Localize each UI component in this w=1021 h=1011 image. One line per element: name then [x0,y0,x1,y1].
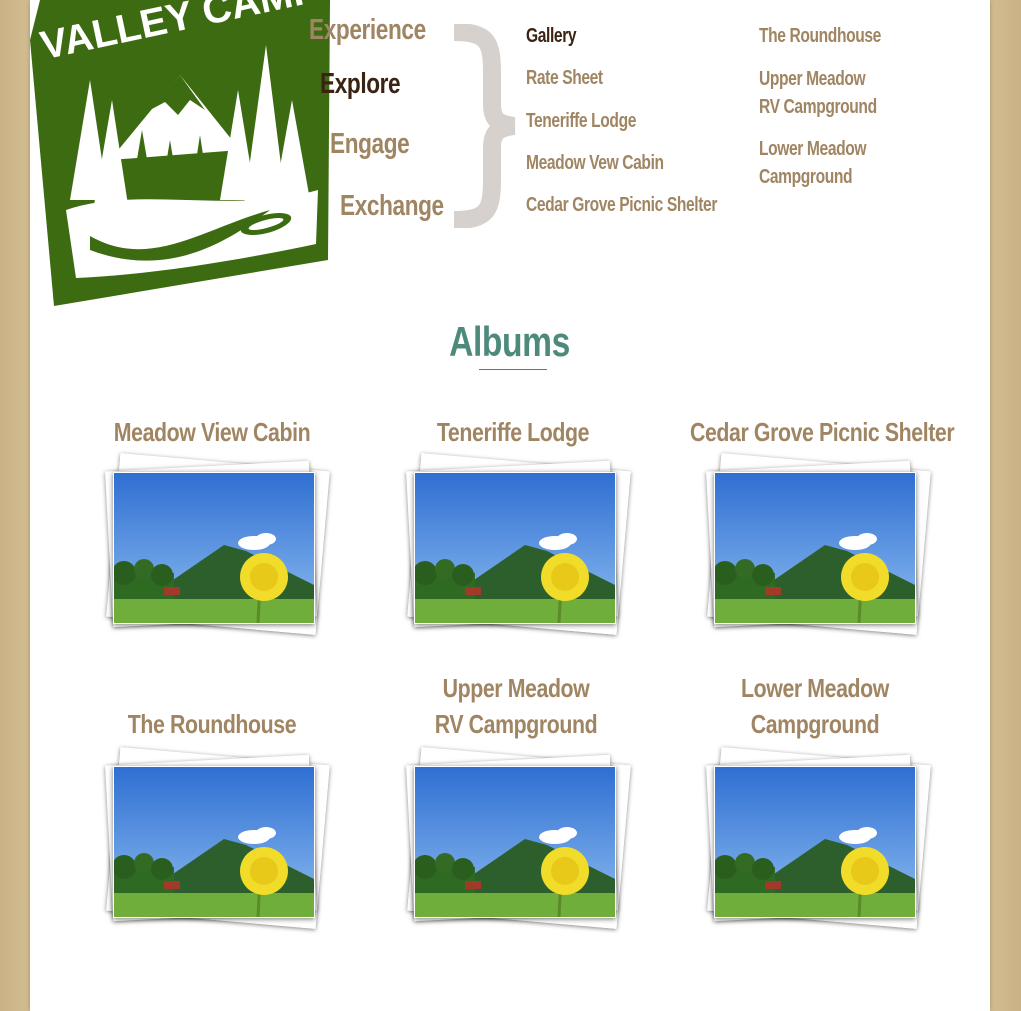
photo-stack[interactable] [105,453,330,635]
album-cover-image[interactable] [113,472,315,624]
brace-divider [453,24,516,228]
album-teneriffe-lodge: Teneriffe Lodge [363,414,663,635]
nav-engage[interactable]: Engage [330,128,410,161]
subnav-meadow-view-cabin[interactable]: Meadow Vew Cabin [526,149,664,177]
subnav-teneriffe-lodge[interactable]: Teneriffe Lodge [526,107,636,135]
album-meadow-view-cabin: Meadow View Cabin [62,414,362,635]
nav-explore[interactable]: Explore [320,68,401,101]
page-content: VALLEY CAMP Experience Explore Engage Ex… [30,0,990,1011]
subnav-cedar-grove[interactable]: Cedar Grove Picnic Shelter [526,191,717,219]
page-title-wrap: Albums [30,318,990,366]
album-cedar-grove: Cedar Grove Picnic Shelter [663,414,963,635]
album-cover-image[interactable] [414,766,616,918]
nav-experience[interactable]: Experience [309,14,426,47]
photo-stack[interactable] [406,747,631,929]
album-cover-image[interactable] [113,766,315,918]
album-title[interactable]: Cedar Grove Picnic Shelter [690,414,955,450]
subnav-lower-meadow[interactable]: Lower Meadow Campground [759,135,867,191]
page-title: Albums [449,318,571,365]
left-border [0,0,30,1011]
subnav-roundhouse[interactable]: The Roundhouse [759,22,881,50]
subnav-upper-meadow[interactable]: Upper Meadow RV Campground [759,65,877,121]
album-cover-image[interactable] [414,472,616,624]
title-underline [479,369,547,370]
photo-stack[interactable] [105,747,330,929]
photo-stack[interactable] [706,453,931,635]
album-title[interactable]: Upper Meadow RV Campground [393,670,639,742]
album-title[interactable]: The Roundhouse [89,706,335,742]
photo-stack[interactable] [406,453,631,635]
right-border [990,0,1021,1011]
album-title[interactable]: Teneriffe Lodge [390,414,636,450]
album-cover-image[interactable] [714,766,916,918]
album-upper-meadow: Upper Meadow RV Campground [366,670,666,929]
valley-camp-logo[interactable]: VALLEY CAMP [30,0,330,306]
subnav-rate-sheet[interactable]: Rate Sheet [526,64,603,92]
album-roundhouse: The Roundhouse [62,706,362,929]
nav-exchange[interactable]: Exchange [340,190,444,223]
album-title[interactable]: Meadow View Cabin [89,414,335,450]
album-lower-meadow: Lower Meadow Campground [665,670,965,929]
subnav-gallery[interactable]: Gallery [526,22,577,50]
album-title[interactable]: Lower Meadow Campground [692,670,938,742]
album-cover-image[interactable] [714,472,916,624]
photo-stack[interactable] [706,747,931,929]
